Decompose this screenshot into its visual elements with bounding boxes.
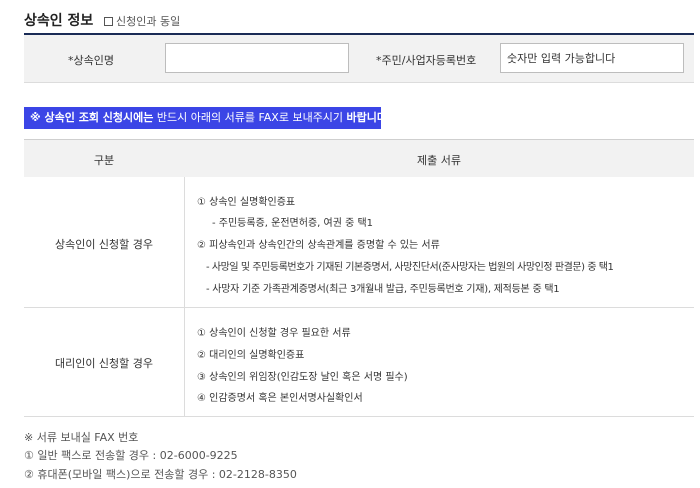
fax-numbers-title: ※ 서류 보내실 FAX 번호	[24, 431, 139, 444]
id-number-input[interactable]	[500, 43, 684, 73]
notice-middle: 반드시 아래의 서류를 FAX로 보내주시기	[153, 111, 347, 124]
same-as-applicant-label: 신청인과 동일	[116, 15, 181, 28]
header-category: 구분	[93, 154, 115, 167]
heir-name-label: *상속인명	[68, 54, 114, 67]
id-number-label: *주민/사업자등록번호	[376, 54, 477, 67]
fax-notice-banner: ※ 상속인 조회 신청시에는 반드시 아래의 서류를 FAX로 보내주시기 바랍…	[24, 107, 391, 129]
doc-subitem: - 주민등록증, 운전면허증, 여권 중 택1	[212, 218, 374, 229]
fax-number-general: ① 일반 팩스로 전송할 경우 : 02-6000-9225	[24, 449, 238, 462]
doc-item: ② 대리인의 실명확인증표	[197, 350, 305, 361]
column-divider	[184, 308, 185, 416]
section-title: 상속인 정보	[24, 13, 94, 29]
fax-number-mobile: ② 휴대폰(모바일 팩스)으로 전송할 경우 : 02-2128-8350	[24, 468, 297, 481]
notice-suffix: 바랍니다.	[346, 111, 392, 124]
doc-item: ① 상속인이 신청할 경우 필요한 서류	[197, 328, 351, 339]
notice-prefix: ※ 상속인 조회 신청시에는	[30, 111, 154, 124]
doc-subitem: - 사망일 및 주민등록번호가 기재된 기본증명서, 사망진단서(준사망자는 법…	[206, 262, 614, 273]
same-as-applicant-option[interactable]: 신청인과 동일	[104, 13, 180, 29]
same-as-applicant-checkbox[interactable]	[104, 16, 113, 26]
row-label-agent: 대리인이 신청할 경우	[54, 357, 154, 370]
heir-name-input[interactable]	[165, 43, 349, 73]
header-documents: 제출 서류	[417, 154, 461, 167]
doc-item: ② 피상속인과 상속인간의 상속관계를 증명할 수 있는 서류	[197, 240, 440, 251]
doc-item: ④ 인감증명서 혹은 본인서명사실확인서	[197, 393, 363, 404]
column-divider	[184, 177, 185, 308]
row-label-heir: 상속인이 신청할 경우	[54, 238, 154, 251]
doc-item: ③ 상속인의 위임장(인감도장 날인 혹은 서명 필수)	[197, 372, 408, 383]
doc-subitem: - 사망자 기준 가족관계증명서(최근 3개월내 발급, 주민등록번호 기재),…	[206, 284, 560, 295]
doc-item: ① 상속인 실명확인증표	[197, 197, 296, 208]
